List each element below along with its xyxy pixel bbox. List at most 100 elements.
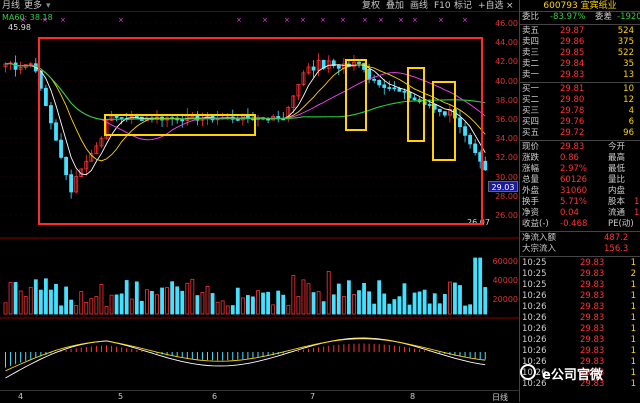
ask-row[interactable]: 卖二 29.84 35 — [520, 59, 640, 70]
bid-row[interactable]: 买一 29.81 10 — [520, 84, 640, 95]
volume-tick: 40000 — [492, 276, 518, 285]
volume-bar — [185, 282, 190, 315]
bid-volume: 12 — [623, 95, 634, 105]
tick-price: 29.83 — [580, 258, 605, 268]
flow-row[interactable]: 净流入额 487.2 — [520, 233, 640, 244]
volume-bar — [134, 281, 139, 315]
volume-bar — [407, 304, 412, 315]
volume-bar — [175, 286, 180, 315]
quote-label: 净资 — [522, 208, 540, 218]
ask-row[interactable]: 卖四 29.86 375 — [520, 37, 640, 48]
flow-value: 156.3 — [604, 244, 629, 254]
order-ratio-label: 委比 — [522, 12, 540, 22]
ask-row[interactable]: 卖五 29.87 524 — [520, 26, 640, 37]
ask-label: 卖二 — [522, 59, 540, 69]
quote-row[interactable]: 换手 5.71% 股本 1 — [520, 197, 640, 208]
quote-label-2: 最低 — [608, 164, 626, 174]
tick-volume: 1 — [630, 302, 636, 312]
order-diff-label: 委差 — [595, 12, 613, 22]
candle-body — [377, 80, 382, 86]
tick-row: 10:26 29.83 1 — [520, 291, 640, 302]
volume-bar — [483, 287, 488, 315]
quote-row[interactable]: 总量 60126 量比 — [520, 175, 640, 186]
daily-tab[interactable]: 日线 — [492, 392, 508, 403]
volume-bar — [215, 301, 220, 315]
volume-bar — [437, 303, 442, 315]
volume-bar — [170, 281, 175, 315]
volume-bar — [256, 290, 260, 315]
quote-row[interactable]: 外盘 31060 内盘 — [520, 186, 640, 197]
bid-volume: 96 — [623, 128, 634, 138]
volume-bar — [331, 294, 336, 315]
volume-bar — [3, 302, 8, 315]
volume-bar — [458, 285, 462, 315]
volume-bar — [422, 289, 427, 315]
event-marker-icon: × — [118, 16, 124, 24]
volume-bar — [64, 286, 68, 315]
volume-bar — [442, 294, 447, 315]
candle-body — [372, 78, 377, 81]
bid-row[interactable]: 买四 29.76 6 — [520, 117, 640, 128]
tick-time: 10:25 — [522, 280, 547, 290]
wechat-icon — [520, 364, 536, 380]
ask-price: 29.83 — [560, 70, 585, 80]
price-tick: 38.00 — [495, 95, 518, 105]
tick-price: 29.83 — [580, 280, 605, 290]
bid-row[interactable]: 买五 29.72 96 — [520, 128, 640, 139]
quote-label: 外盘 — [522, 186, 540, 196]
price-tick: 36.00 — [495, 115, 518, 124]
candle-body — [458, 117, 462, 128]
tick-time: 10:25 — [522, 258, 547, 268]
flow-row[interactable]: 大宗流入 156.3 — [520, 244, 640, 255]
date-tick: 7 — [310, 392, 316, 401]
event-marker-icon: × — [284, 16, 290, 24]
volume-bar — [144, 289, 149, 315]
kline-chart[interactable]: × × × × × × × × × × × × × × × × — [0, 0, 519, 390]
volume-bar — [94, 296, 99, 315]
volume-bar — [165, 287, 170, 315]
volume-bar — [109, 294, 114, 315]
volume-bar — [362, 283, 366, 315]
candle-body — [382, 84, 387, 88]
bid-label: 买二 — [522, 95, 540, 105]
volume-bar — [74, 305, 79, 315]
volume-bar — [129, 298, 134, 315]
candle-body — [473, 143, 478, 154]
bid-row[interactable]: 买三 29.78 4 — [520, 106, 640, 117]
event-marker-icon: × — [378, 16, 384, 24]
stock-title: 600793 宜宾纸业 — [520, 0, 640, 12]
ask-row[interactable]: 卖三 29.85 522 — [520, 48, 640, 59]
event-marker-icon: × — [60, 16, 66, 24]
quote-row[interactable]: 净资 0.04 流通 1 — [520, 208, 640, 219]
volume-bar — [473, 257, 478, 315]
highlight-box-yellow — [432, 81, 456, 161]
quote-row[interactable]: 现价 29.83 今开 — [520, 142, 640, 153]
ask-label: 卖四 — [522, 37, 540, 47]
current-price-tag: 29.03 — [488, 181, 518, 192]
quote-row[interactable]: 涨幅 2.97% 最低 — [520, 164, 640, 175]
volume-bar — [276, 290, 281, 315]
price-tick: 32.00 — [495, 153, 518, 163]
ask-row[interactable]: 卖一 29.83 13 — [520, 70, 640, 81]
volume-bar — [210, 293, 215, 315]
volume-bar — [316, 291, 321, 315]
quote-label: 现价 — [522, 142, 540, 152]
ask-volume: 13 — [623, 70, 634, 80]
quote-row[interactable]: 收益(-) -0.468 PE(动) — [520, 219, 640, 230]
quote-row[interactable]: 涨跌 0.86 最高 — [520, 153, 640, 164]
candle-body — [412, 97, 417, 101]
bid-price: 29.81 — [560, 84, 585, 94]
tick-row: 10:26 29.83 1 — [520, 302, 640, 313]
quote-label-2: PE(动) — [608, 219, 634, 229]
candle-body — [468, 134, 473, 145]
volume-bar — [468, 304, 473, 315]
volume-bar — [114, 294, 119, 315]
volume-bar — [301, 279, 306, 315]
tick-row: 10:26 29.83 1 — [520, 324, 640, 335]
bid-row[interactable]: 买二 29.80 12 — [520, 95, 640, 106]
volume-bar — [89, 298, 94, 315]
bid-price: 29.72 — [560, 128, 585, 138]
volume-bar — [44, 278, 48, 315]
volume-bar — [251, 296, 255, 315]
ask-label: 卖三 — [522, 48, 540, 58]
